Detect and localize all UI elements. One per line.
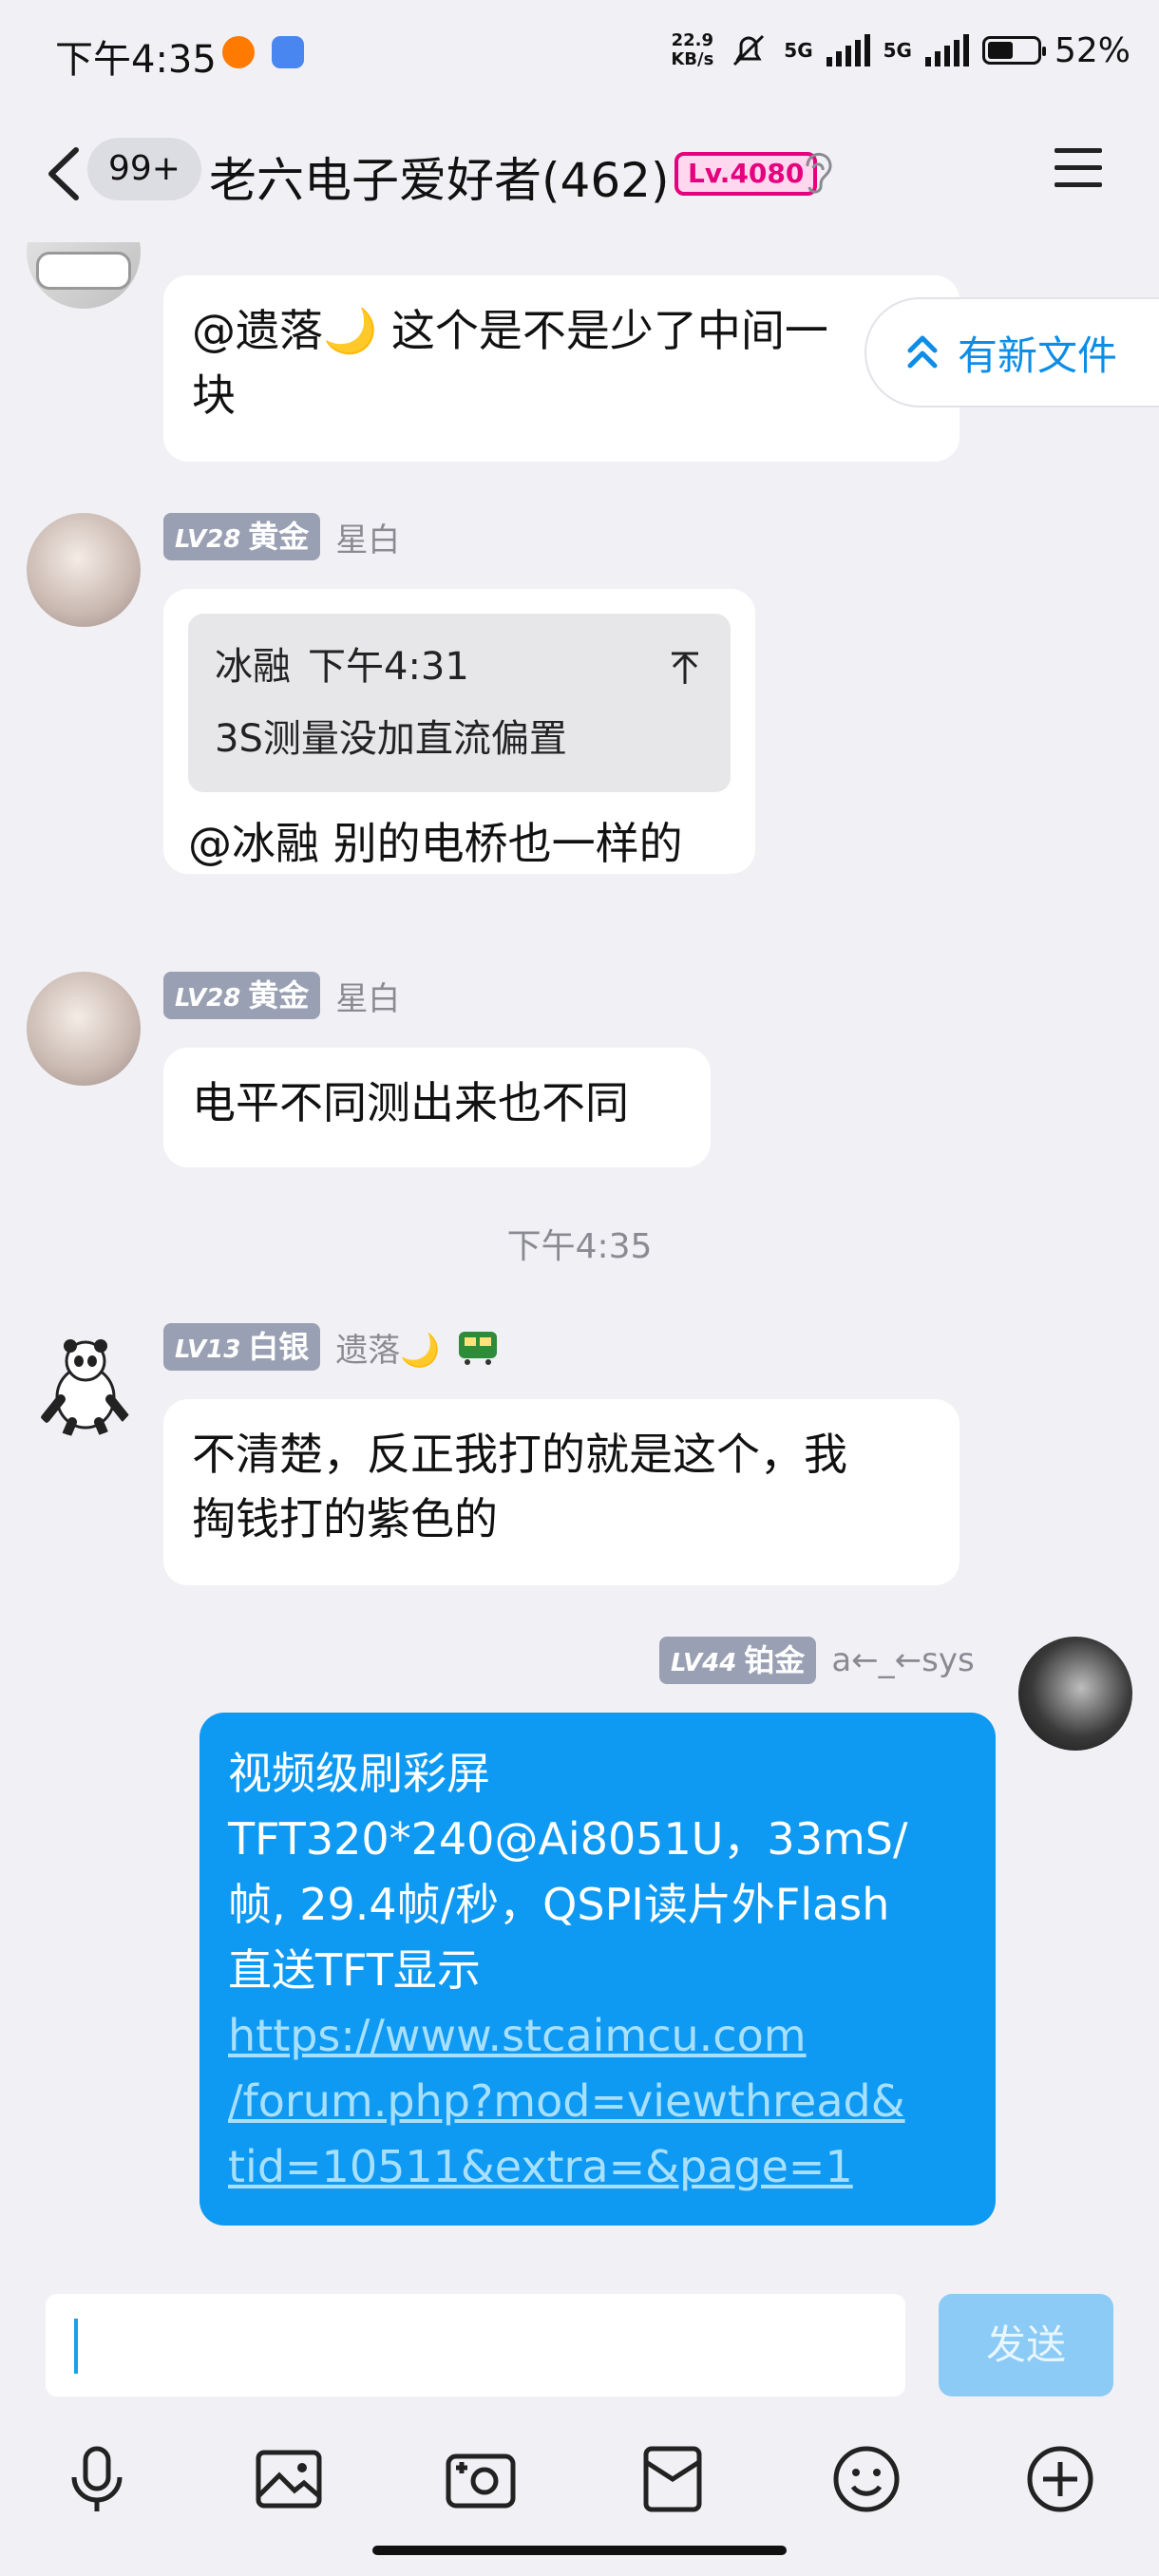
message-bubble[interactable]: @遗落🌙 这个是不是少了中间一 块 <box>163 275 960 462</box>
message-link[interactable]: /forum.php?mod=viewthread& <box>228 2069 967 2134</box>
quote-author: 冰融 <box>215 645 291 689</box>
message-bubble[interactable]: 电平不同测出来也不同 <box>163 1048 711 1167</box>
status-bar: 下午4:35 22.9 KB/s 5G 5G 52% <box>0 0 1159 104</box>
signal-bars-icon-2 <box>924 34 969 66</box>
back-arrow-icon[interactable] <box>38 141 95 207</box>
message-text-line: @遗落🌙 这个是不是少了中间一 <box>192 305 828 356</box>
train-badge-icon <box>458 1332 497 1365</box>
home-indicator[interactable] <box>372 2546 787 2555</box>
network-speed: 22.9 KB/s <box>671 31 713 69</box>
message-text-line: 不清楚，反正我打的就是这个，我 <box>192 1429 847 1480</box>
sender-meta: LV28 黄金 星白 <box>163 513 400 560</box>
sender-meta: LV44 铂金 a←_←sys <box>659 1637 975 1684</box>
avatar[interactable] <box>27 513 141 627</box>
own-message-bubble[interactable]: 视频级刷彩屏 TFT320*240@Ai8051U，33mS/ 帧, 29.4帧… <box>200 1713 996 2226</box>
quote-time: 下午4:31 <box>308 645 469 689</box>
notification-app-icon <box>222 36 255 68</box>
notification-app-icon-2 <box>272 36 304 68</box>
level-badge: LV13 白银 <box>163 1323 321 1371</box>
signal-5g-label-2: 5G <box>883 39 912 62</box>
sender-meta: LV28 黄金 星白 <box>163 972 400 1019</box>
battery-percent: 52% <box>1054 30 1130 70</box>
message-link[interactable]: tid=10511&extra=&page=1 <box>228 2134 967 2200</box>
signal-5g-label-1: 5G <box>784 39 813 62</box>
double-chevron-up-icon <box>907 335 938 369</box>
text-caret <box>74 2319 78 2374</box>
network-speed-value: 22.9 <box>671 30 714 50</box>
rank-label: 黄金 <box>248 519 310 555</box>
send-button[interactable]: 发送 <box>939 2294 1113 2396</box>
image-icon[interactable] <box>251 2441 327 2517</box>
message-text: 电平不同测出来也不同 <box>192 1077 629 1128</box>
level-number: LV28 <box>175 984 241 1013</box>
new-file-label: 有新文件 <box>958 331 1118 379</box>
emoji-icon[interactable] <box>828 2441 904 2517</box>
rank-label: 黄金 <box>248 977 310 1013</box>
message-text-line: 视频级刷彩屏 <box>228 1748 490 1799</box>
mute-icon <box>733 34 765 66</box>
status-time: 下午4:35 <box>55 38 217 82</box>
red-packet-icon[interactable] <box>635 2441 711 2517</box>
new-file-button[interactable]: 有新文件 <box>864 297 1159 407</box>
ear-icon[interactable] <box>798 149 836 197</box>
sender-nickname[interactable]: 星白 <box>335 973 400 1019</box>
sender-meta: LV13 白银 遗落🌙 <box>163 1323 500 1371</box>
avatar[interactable] <box>27 1323 141 1437</box>
quote-header: 冰融 下午4:31 <box>215 631 704 703</box>
sender-nickname[interactable]: 星白 <box>335 514 400 560</box>
message-bubble[interactable]: 冰融 下午4:31 3S测量没加直流偏置 @冰融 别的电桥也一样的 <box>163 589 755 874</box>
level-badge: LV28 黄金 <box>163 513 321 560</box>
message-text-line: TFT320*240@Ai8051U，33mS/ <box>228 1813 908 1865</box>
panda-avatar-image <box>41 1339 130 1437</box>
message-text-line: 掏钱打的紫色的 <box>192 1493 498 1544</box>
group-level-badge: Lv.4080 <box>674 152 818 196</box>
sender-nickname[interactable]: 遗落🌙 <box>335 1324 440 1371</box>
status-right: 22.9 KB/s 5G 5G 52% <box>671 28 1130 72</box>
quote-text: 3S测量没加直流偏置 <box>215 717 567 761</box>
network-speed-unit: KB/s <box>671 49 714 69</box>
rank-label: 白银 <box>248 1329 310 1365</box>
message-link[interactable]: https://www.stcaimcu.com <box>228 2003 967 2069</box>
level-number: LV13 <box>175 1335 241 1364</box>
rank-label: 铂金 <box>744 1642 806 1678</box>
battery-icon <box>981 36 1046 65</box>
jump-to-top-icon[interactable] <box>666 648 704 686</box>
input-bar: 发送 <box>0 2265 1159 2576</box>
message-input[interactable] <box>46 2294 905 2396</box>
message-text-line: 帧, 29.4帧/秒，QSPI读片外Flash <box>228 1879 890 1930</box>
plus-icon[interactable] <box>1022 2441 1098 2517</box>
message-text: @冰融 别的电桥也一样的 <box>188 818 683 869</box>
message-text-line: 直送TFT显示 <box>228 1944 481 1996</box>
microphone-icon[interactable] <box>59 2441 135 2517</box>
menu-icon[interactable] <box>1053 144 1104 192</box>
level-number: LV28 <box>175 525 241 554</box>
level-badge: LV44 铂金 <box>659 1637 817 1684</box>
message-bubble[interactable]: 不清楚，反正我打的就是这个，我 掏钱打的紫色的 <box>163 1399 960 1585</box>
quoted-message[interactable]: 冰融 下午4:31 3S测量没加直流偏置 <box>188 614 731 792</box>
sender-nickname[interactable]: a←_←sys <box>831 1641 974 1679</box>
level-badge: LV28 黄金 <box>163 972 321 1019</box>
avatar[interactable] <box>1018 1637 1132 1751</box>
camera-icon[interactable] <box>443 2441 519 2517</box>
time-separator: 下午4:35 <box>506 1227 653 1266</box>
level-number: LV44 <box>671 1649 737 1677</box>
unread-badge[interactable]: 99+ <box>87 138 201 200</box>
avatar[interactable] <box>27 242 141 309</box>
avatar[interactable] <box>27 972 141 1086</box>
signal-bars-icon <box>826 34 870 66</box>
message-text-line: 块 <box>192 369 236 421</box>
group-title[interactable]: 老六电子爱好者(462) <box>209 142 669 211</box>
